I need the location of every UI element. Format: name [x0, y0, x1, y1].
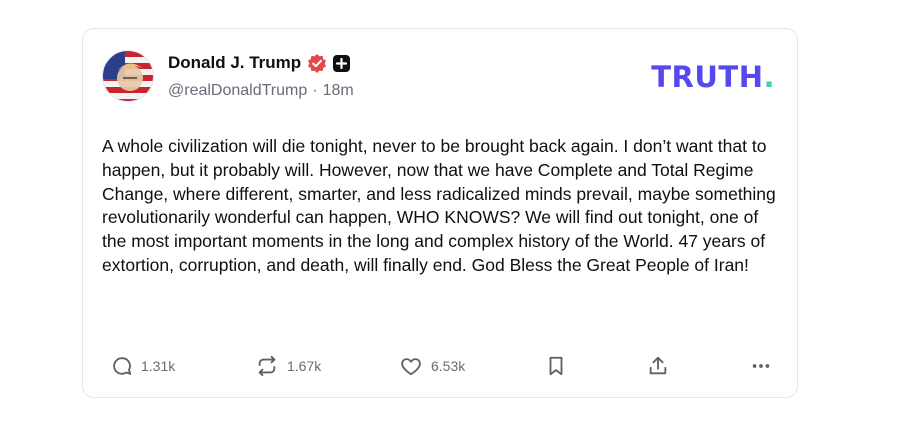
post-card: Donald J. Trump @realDonaldTrump · 18m T… [82, 28, 798, 398]
like-button[interactable]: 6.53k [399, 354, 465, 378]
retruth-count: 1.67k [287, 358, 322, 374]
reply-count: 1.31k [141, 358, 176, 374]
plus-badge-icon [333, 54, 351, 72]
more-options-button[interactable] [749, 354, 773, 378]
truth-logo[interactable]: TRUTH. [651, 60, 775, 94]
retruth-icon [255, 355, 279, 377]
reply-button[interactable]: 1.31k [111, 354, 175, 378]
author-display-name[interactable]: Donald J. Trump [168, 53, 301, 73]
action-bar: 1.31k 1.67k 6.53k [111, 354, 776, 378]
verified-badge-icon [307, 53, 327, 73]
truth-logo-dot: . [763, 60, 775, 94]
truth-logo-text: TRUTH [651, 60, 764, 94]
bookmark-button[interactable] [545, 354, 567, 378]
heart-icon [399, 355, 423, 377]
retruth-button[interactable]: 1.67k [255, 354, 321, 378]
author-meta: @realDonaldTrump · 18m [168, 82, 354, 100]
post-timestamp[interactable]: 18m [323, 82, 354, 100]
like-count: 6.53k [431, 358, 466, 374]
post-text: A whole civilization will die tonight, n… [102, 136, 776, 275]
share-icon [647, 355, 669, 377]
avatar[interactable] [102, 50, 154, 102]
reply-icon [111, 355, 133, 377]
author-name-row: Donald J. Trump [168, 51, 351, 75]
share-button[interactable] [647, 354, 669, 378]
meta-separator: · [312, 82, 318, 99]
bookmark-icon [545, 355, 567, 377]
author-handle[interactable]: @realDonaldTrump [168, 82, 307, 100]
more-icon [749, 355, 773, 377]
